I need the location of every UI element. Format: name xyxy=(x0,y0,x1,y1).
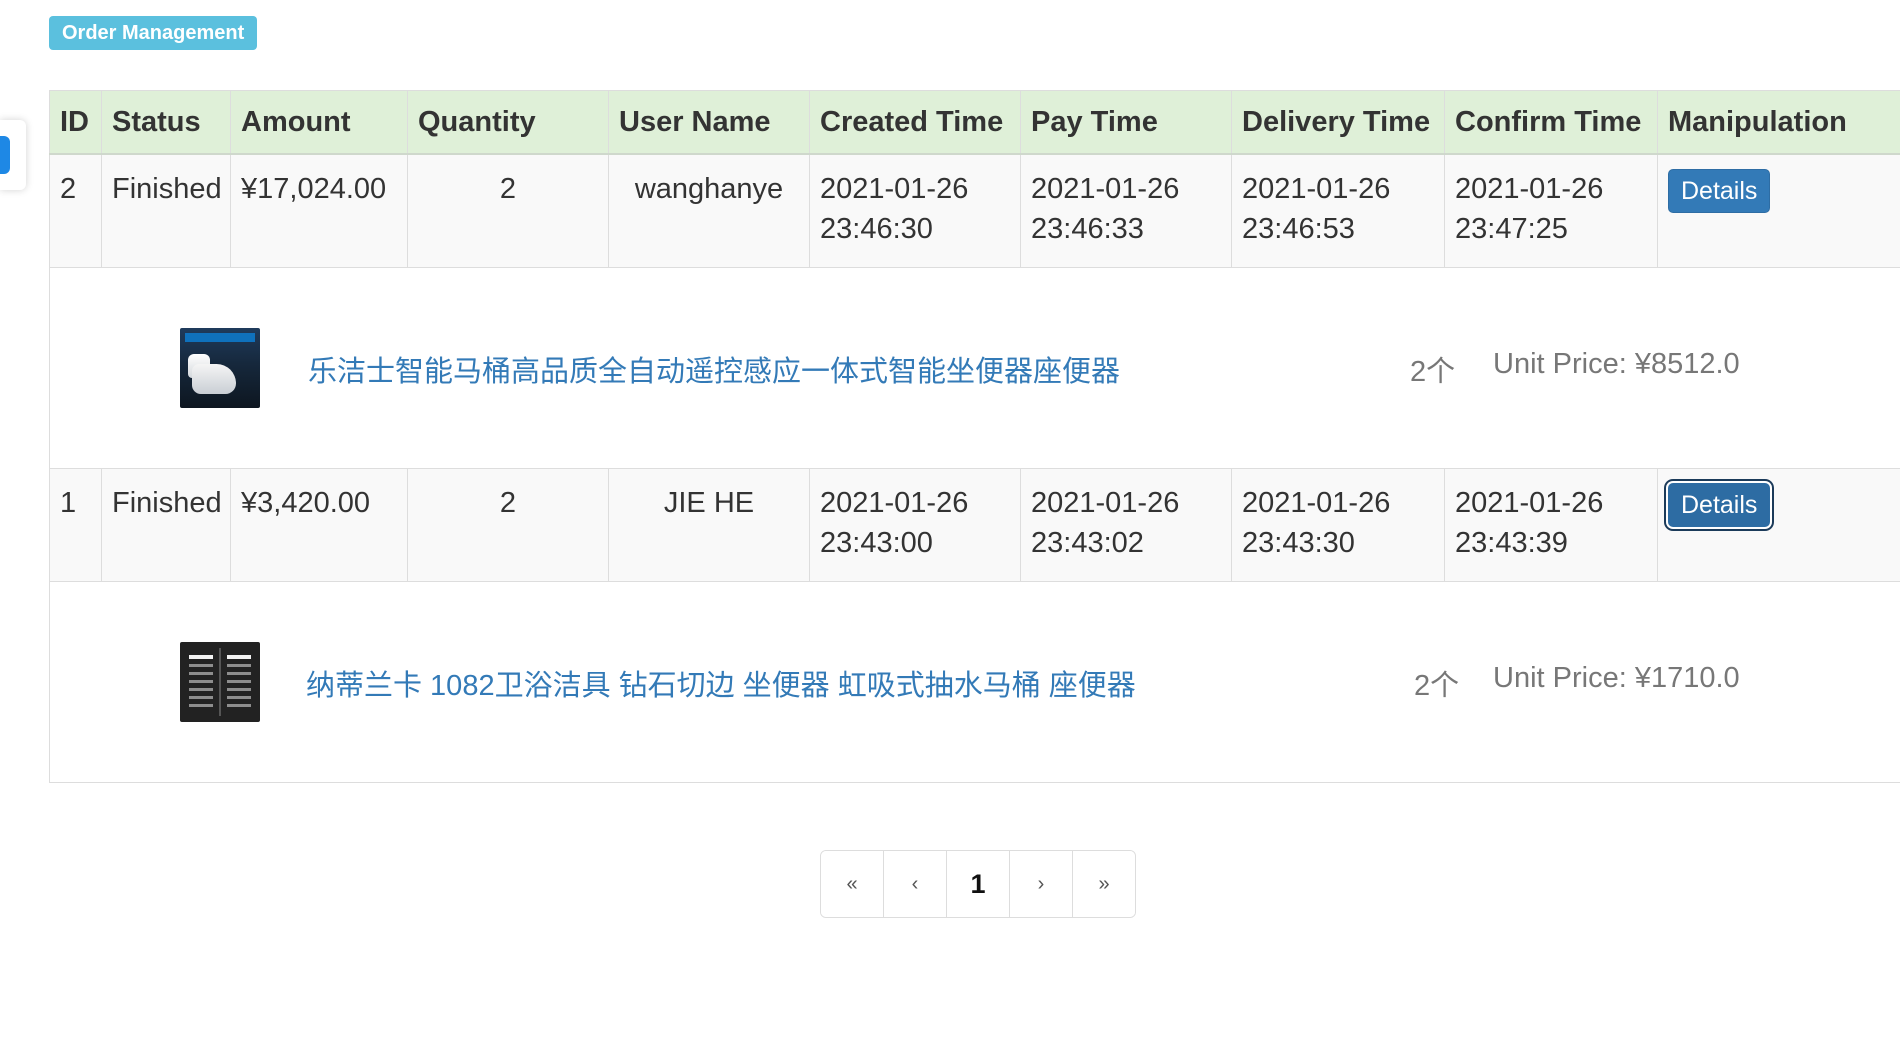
column-header-user-name: User Name xyxy=(608,90,810,155)
order-quantity: 2 xyxy=(407,468,609,582)
order-id: 1 xyxy=(49,468,102,582)
column-header-quantity: Quantity xyxy=(407,90,609,155)
pay-date: 2021-01-26 xyxy=(1031,173,1180,205)
order-row: 2 Finished ¥17,024.00 2 wanghanye 2021-0… xyxy=(49,153,1900,268)
order-delivery-time: 2021-01-26 23:43:30 xyxy=(1231,468,1445,582)
confirm-clock: 23:47:25 xyxy=(1455,213,1568,245)
unit-price-label: Unit Price: xyxy=(1493,348,1627,380)
delivery-clock: 23:46:53 xyxy=(1242,213,1355,245)
order-created-time: 2021-01-26 23:43:00 xyxy=(809,468,1021,582)
order-management-badge: Order Management xyxy=(49,16,258,50)
pay-date: 2021-01-26 xyxy=(1031,487,1180,519)
last-page-button[interactable]: » xyxy=(1072,851,1135,917)
order-user-name: JIE HE xyxy=(608,468,810,582)
pagination: « ‹ 1 › » xyxy=(820,850,1136,918)
order-id: 2 xyxy=(49,153,102,268)
pay-clock: 23:43:02 xyxy=(1031,527,1144,559)
column-header-delivery-time: Delivery Time xyxy=(1231,90,1445,155)
current-page-button[interactable]: 1 xyxy=(946,851,1009,917)
product-name-link[interactable]: 乐洁士智能马桶高品质全自动遥控感应一体式智能坐便器座便器 xyxy=(308,348,1120,390)
created-clock: 23:46:30 xyxy=(820,213,933,245)
order-user-name: wanghanye xyxy=(608,153,810,268)
created-clock: 23:43:00 xyxy=(820,527,933,559)
order-confirm-time: 2021-01-26 23:43:39 xyxy=(1444,468,1658,582)
unit-price-value: ¥1710.0 xyxy=(1634,662,1740,694)
order-item-row: 纳蒂兰卡 1082卫浴洁具 钻石切边 坐便器 虹吸式抽水马桶 座便器 2个 Un… xyxy=(49,581,1900,783)
item-unit-price: Unit Price: ¥1710.0 xyxy=(1493,662,1740,695)
created-date: 2021-01-26 xyxy=(820,173,969,205)
column-header-id: ID xyxy=(49,90,102,155)
next-page-button[interactable]: › xyxy=(1009,851,1072,917)
order-pay-time: 2021-01-26 23:43:02 xyxy=(1020,468,1232,582)
column-header-status: Status xyxy=(101,90,231,155)
order-item: 纳蒂兰卡 1082卫浴洁具 钻石切边 坐便器 虹吸式抽水马桶 座便器 2个 Un… xyxy=(50,582,1900,782)
thumbnail-bowl xyxy=(192,364,236,394)
column-header-manipulation: Manipulation xyxy=(1657,90,1900,155)
order-amount: ¥17,024.00 xyxy=(230,153,408,268)
side-panel-tab[interactable] xyxy=(0,120,26,190)
order-confirm-time: 2021-01-26 23:47:25 xyxy=(1444,153,1658,268)
thumbnail-column xyxy=(186,650,216,714)
delivery-date: 2021-01-26 xyxy=(1242,487,1391,519)
item-quantity: 2个 xyxy=(1414,670,1460,702)
column-header-amount: Amount xyxy=(230,90,408,155)
column-header-confirm-time: Confirm Time xyxy=(1444,90,1658,155)
delivery-date: 2021-01-26 xyxy=(1242,173,1391,205)
item-quantity: 2个 xyxy=(1410,356,1456,388)
confirm-date: 2021-01-26 xyxy=(1455,173,1604,205)
product-name-link[interactable]: 纳蒂兰卡 1082卫浴洁具 钻石切边 坐便器 虹吸式抽水马桶 座便器 xyxy=(306,662,1136,704)
column-header-created-time: Created Time xyxy=(809,90,1021,155)
order-amount: ¥3,420.00 xyxy=(230,468,408,582)
order-pay-time: 2021-01-26 23:46:33 xyxy=(1020,153,1232,268)
pay-clock: 23:46:33 xyxy=(1031,213,1144,245)
thumbnail-divider xyxy=(219,648,221,716)
product-thumbnail[interactable] xyxy=(180,328,260,408)
confirm-date: 2021-01-26 xyxy=(1455,487,1604,519)
order-item-row: 乐洁士智能马桶高品质全自动遥控感应一体式智能坐便器座便器 2个 Unit Pri… xyxy=(49,267,1900,469)
orders-table: ID Status Amount Quantity User Name Crea… xyxy=(49,90,1900,783)
order-manipulation: Details xyxy=(1657,153,1900,268)
order-row: 1 Finished ¥3,420.00 2 JIE HE 2021-01-26… xyxy=(49,468,1900,582)
order-created-time: 2021-01-26 23:46:30 xyxy=(809,153,1021,268)
tab-marker-icon xyxy=(0,136,10,174)
details-button[interactable]: Details xyxy=(1668,483,1771,527)
delivery-clock: 23:43:30 xyxy=(1242,527,1355,559)
table-header-row: ID Status Amount Quantity User Name Crea… xyxy=(49,90,1900,155)
order-quantity: 2 xyxy=(407,153,609,268)
order-status: Finished xyxy=(101,153,231,268)
previous-page-button[interactable]: ‹ xyxy=(883,851,946,917)
unit-price-value: ¥8512.0 xyxy=(1634,348,1740,380)
first-page-button[interactable]: « xyxy=(821,851,883,917)
thumbnail-banner xyxy=(185,333,255,342)
order-status: Finished xyxy=(101,468,231,582)
product-thumbnail[interactable] xyxy=(180,642,260,722)
order-delivery-time: 2021-01-26 23:46:53 xyxy=(1231,153,1445,268)
created-date: 2021-01-26 xyxy=(820,487,969,519)
confirm-clock: 23:43:39 xyxy=(1455,527,1568,559)
item-unit-price: Unit Price: ¥8512.0 xyxy=(1493,348,1740,381)
thumbnail-column xyxy=(224,650,254,714)
unit-price-label: Unit Price: xyxy=(1493,662,1627,694)
order-manipulation: Details xyxy=(1657,468,1900,582)
column-header-pay-time: Pay Time xyxy=(1020,90,1232,155)
order-item: 乐洁士智能马桶高品质全自动遥控感应一体式智能坐便器座便器 2个 Unit Pri… xyxy=(50,268,1900,468)
details-button[interactable]: Details xyxy=(1668,169,1771,213)
